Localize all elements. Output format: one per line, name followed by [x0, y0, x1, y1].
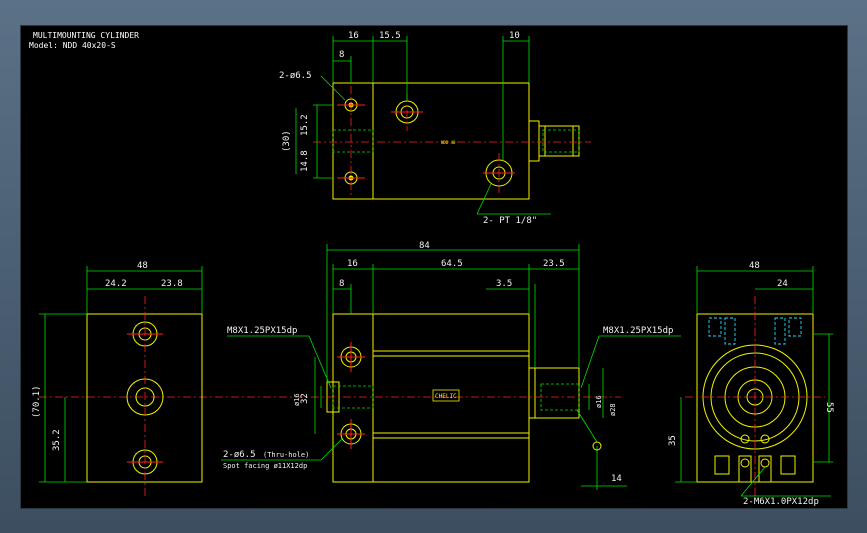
right-view: 48 24 55 35 2-M6X1.0PX12dp: [668, 261, 834, 507]
left-dim-70-1: (70.1): [32, 385, 42, 418]
top-body-label: NDD 40: [441, 140, 456, 145]
model-label: Model: NDD 40x20-S: [29, 41, 116, 50]
top-dim-30: (30): [282, 130, 292, 152]
left-dim-48: 48: [137, 261, 148, 271]
top-dim-15-5: 15.5: [379, 31, 401, 41]
front-dim-phi28: ø28: [609, 403, 617, 416]
front-dim-84: 84: [419, 241, 430, 251]
left-dim-35-2: 35.2: [52, 429, 62, 451]
top-dim-14-8: 14.8: [300, 150, 310, 172]
front-dim-8: 8: [339, 279, 344, 289]
hole-note-thru: (Thru-hole): [263, 451, 309, 459]
front-view: CHELIC 84 16 64.5 23.5 8 3.5 32 ø16 ø16 …: [39, 241, 681, 490]
left-dim-24-2: 24.2: [105, 279, 127, 289]
thread-callout-left: M8X1.25PX15dp: [227, 326, 297, 336]
left-dim-23-8: 23.8: [161, 279, 183, 289]
top-view: NDD 40 16 15.5 8 10 2-ø6.5 15.2 14.8 (30…: [279, 31, 591, 226]
right-thread-callout: 2-M6X1.0PX12dp: [743, 497, 819, 507]
top-dim-10: 10: [509, 31, 520, 41]
right-dim-48: 48: [749, 261, 760, 271]
top-dim-8: 8: [339, 50, 344, 60]
front-dim-phi16-right: ø16: [595, 395, 603, 408]
front-dim-3-5: 3.5: [496, 279, 512, 289]
cad-drawing: MULTIMOUNTING CYLINDER Model: NDD 40x20-…: [29, 31, 834, 507]
drawing-title: MULTIMOUNTING CYLINDER: [33, 31, 139, 40]
front-dim-16: 16: [347, 259, 358, 269]
top-port-callout: 2- PT 1/8": [483, 216, 537, 226]
front-dim-phi16-left: ø16: [293, 393, 301, 406]
front-dim-23-5: 23.5: [543, 259, 565, 269]
top-hole-callout: 2-ø6.5: [279, 71, 312, 81]
front-body-label: CHELIC: [435, 393, 457, 400]
hole-note: 2-ø6.5: [223, 450, 256, 460]
front-dim-14: 14: [611, 474, 622, 484]
left-view: 48 24.2 23.8 (70.1) 35.2: [32, 261, 203, 496]
front-dim-64-5: 64.5: [441, 259, 463, 269]
right-dim-24: 24: [777, 279, 788, 289]
right-dim-35: 35: [668, 435, 678, 446]
thread-callout-right: M8X1.25PX15dp: [603, 326, 673, 336]
front-dim-32: 32: [300, 393, 310, 404]
top-dim-15-2: 15.2: [300, 114, 310, 136]
drawing-canvas: MULTIMOUNTING CYLINDER Model: NDD 40x20-…: [20, 25, 848, 509]
top-dim-16: 16: [348, 31, 359, 41]
right-dim-55: 55: [824, 402, 834, 413]
spot-facing-note: Spot facing ø11X12dp: [223, 462, 307, 470]
